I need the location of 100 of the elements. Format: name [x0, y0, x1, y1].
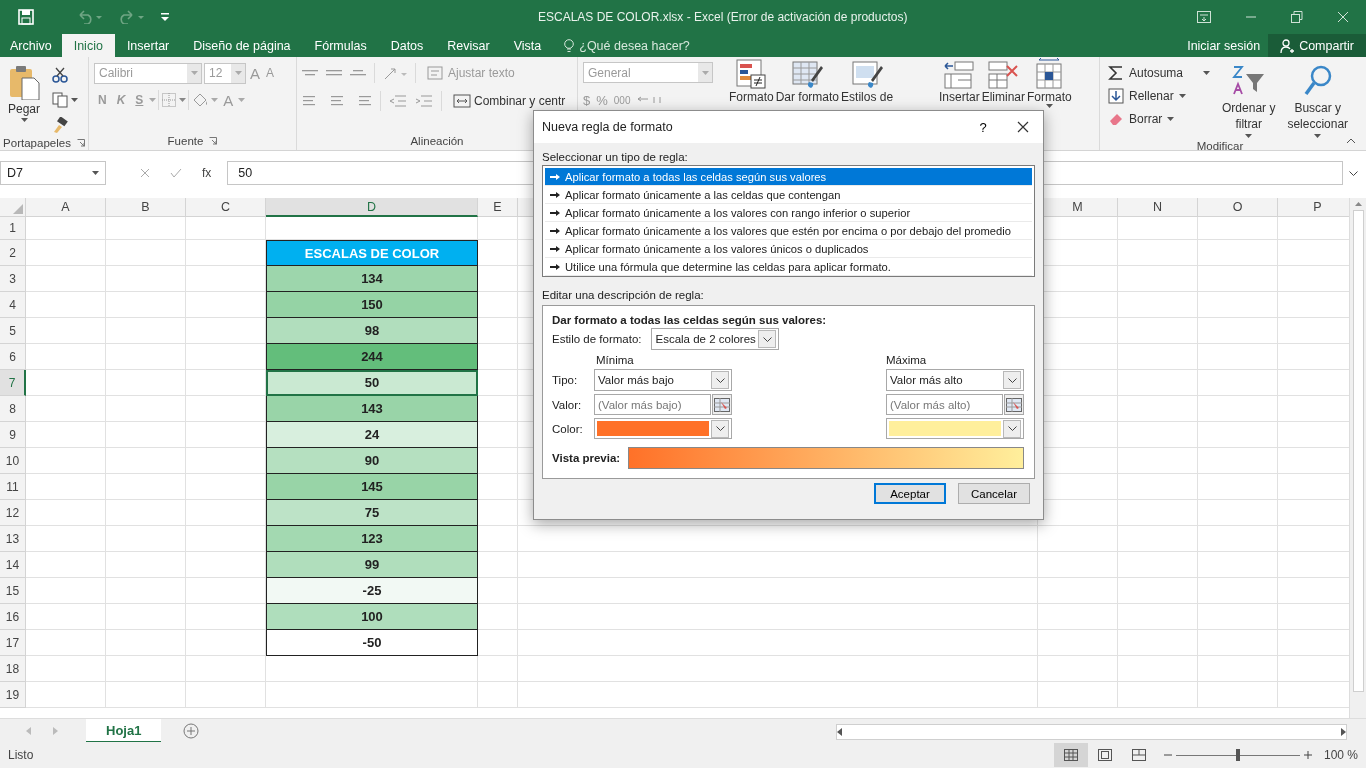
- value-field[interactable]: (Valor más alto): [886, 394, 1003, 415]
- autosum-button[interactable]: Autosuma: [1105, 62, 1214, 84]
- redo-icon: [118, 10, 146, 24]
- align-bottom-icon: [350, 70, 366, 76]
- person-icon: [1280, 38, 1295, 53]
- row-header[interactable]: 16: [0, 604, 26, 630]
- restore-icon: [1291, 11, 1303, 23]
- table-cell: 150: [266, 292, 478, 318]
- color-select[interactable]: [886, 418, 1024, 439]
- chevron-icon: [715, 377, 725, 383]
- ribbon-tab[interactable]: Inicio: [61, 34, 115, 57]
- header-cell: ESCALAS DE COLOR: [266, 240, 478, 266]
- page-icon: [1097, 749, 1112, 761]
- align-top-icon: [302, 70, 318, 76]
- scroll-right-icon: [1341, 728, 1346, 736]
- slider-thumb[interactable]: [1235, 749, 1240, 761]
- decrease-indent-icon: [389, 93, 407, 109]
- clear-button[interactable]: Borrar: [1105, 108, 1214, 130]
- ok-button[interactable]: Aceptar: [874, 483, 946, 504]
- clipboard-icon: [8, 64, 40, 100]
- ribbon-options-icon: [1197, 11, 1211, 23]
- add-sheet-button[interactable]: [183, 723, 200, 739]
- rule-type-item[interactable]: Aplicar formato a todas las celdas según sus valores: [545, 168, 1032, 186]
- table-cell: 145: [266, 474, 478, 500]
- row-header[interactable]: 5: [0, 318, 26, 344]
- name-box[interactable]: D7: [0, 161, 106, 185]
- paste-button[interactable]: Pegar: [5, 62, 44, 136]
- row-header[interactable]: 6: [0, 344, 26, 370]
- range-picker-button[interactable]: [712, 394, 732, 415]
- tell-me-field[interactable]: ¿Qué desea hacer?: [563, 34, 690, 57]
- row-header[interactable]: 3: [0, 266, 26, 292]
- normal-view-button[interactable]: [1053, 743, 1088, 767]
- row-header[interactable]: 4: [0, 292, 26, 318]
- column-header[interactable]: N: [1118, 198, 1198, 217]
- insert-function-button[interactable]: fx: [202, 166, 212, 180]
- table-cell: 244: [266, 344, 478, 370]
- sheet-tab[interactable]: Hoja1: [86, 719, 162, 743]
- type-select[interactable]: Valor más bajo: [594, 369, 732, 391]
- row-header[interactable]: 19: [0, 682, 26, 708]
- ribbon-tab[interactable]: Datos: [378, 34, 436, 57]
- dialog-launcher-icon: [209, 137, 218, 145]
- zoom-in-button[interactable]: [1303, 751, 1312, 759]
- column-header[interactable]: A: [26, 198, 106, 217]
- caret-icon: [1167, 117, 1175, 121]
- column-header[interactable]: B: [106, 198, 186, 217]
- zoom-level[interactable]: 100 %: [1323, 748, 1358, 762]
- column-header[interactable]: E: [478, 198, 518, 217]
- rule-type-list[interactable]: [542, 165, 1035, 277]
- table-cell: 75: [266, 500, 478, 526]
- vertical-scrollbar[interactable]: [1349, 198, 1366, 718]
- caret-icon: [1203, 71, 1211, 75]
- scroll-up-icon: [1354, 202, 1362, 206]
- fill-down-icon: [1108, 88, 1124, 104]
- ribbon-tab[interactable]: Revisar: [435, 34, 502, 57]
- field-label: Estilo de formato:: [552, 333, 642, 345]
- row-header[interactable]: 15: [0, 578, 26, 604]
- share-button[interactable]: Compartir: [1268, 34, 1366, 57]
- caret-icon: [1245, 134, 1253, 138]
- caret-icon: [211, 98, 219, 102]
- chevron-icon: [1007, 377, 1017, 383]
- row-header[interactable]: 9: [0, 422, 26, 448]
- row-header[interactable]: 11: [0, 474, 26, 500]
- borders-icon: [161, 92, 178, 108]
- row-header[interactable]: 8: [0, 396, 26, 422]
- caret-icon: [701, 70, 709, 75]
- format-style-select[interactable]: Escala de 2 colores: [651, 328, 780, 350]
- type-select[interactable]: Valor más alto: [886, 369, 1024, 391]
- caret-icon: [20, 118, 28, 122]
- row-header[interactable]: 14: [0, 552, 26, 578]
- color-select[interactable]: [594, 418, 732, 439]
- row-header[interactable]: 10: [0, 448, 26, 474]
- sign-in-link[interactable]: Iniciar sesión: [1179, 34, 1269, 57]
- ribbon-tab[interactable]: Diseño de página: [181, 34, 303, 57]
- row-header[interactable]: 7: [0, 370, 26, 396]
- column-header[interactable]: O: [1198, 198, 1278, 217]
- caret-icon: [190, 71, 198, 75]
- find-select-button[interactable]: Buscar y seleccionar: [1284, 62, 1352, 140]
- horizontal-scrollbar[interactable]: [836, 724, 1347, 740]
- caret-icon: [179, 98, 187, 102]
- fill-button[interactable]: Rellenar: [1105, 85, 1214, 107]
- cancel-button[interactable]: Cancelar: [958, 483, 1030, 504]
- table-cell: 134: [266, 266, 478, 292]
- column-header[interactable]: D: [266, 198, 478, 217]
- table-cell: 143: [266, 396, 478, 422]
- row-header[interactable]: 13: [0, 526, 26, 552]
- row-header[interactable]: 12: [0, 500, 26, 526]
- file-menu[interactable]: Archivo: [2, 34, 62, 57]
- field-label: Color:: [552, 422, 584, 435]
- row-header[interactable]: 2: [0, 240, 26, 266]
- row-header[interactable]: 17: [0, 630, 26, 656]
- range-picker-button[interactable]: [1004, 394, 1024, 415]
- sort-filter-button[interactable]: Ordenar y filtrar: [1219, 62, 1279, 140]
- group-label: Fuente: [167, 135, 204, 147]
- ribbon-tab[interactable]: Vista: [501, 34, 554, 57]
- row-header[interactable]: 18: [0, 656, 26, 682]
- row-header[interactable]: 1: [0, 217, 26, 240]
- value-field[interactable]: (Valor más bajo): [594, 394, 711, 415]
- confirm-icon: [170, 168, 182, 178]
- ribbon-tab[interactable]: Insertar: [114, 34, 182, 57]
- ribbon-tab[interactable]: Fórmulas: [302, 34, 379, 57]
